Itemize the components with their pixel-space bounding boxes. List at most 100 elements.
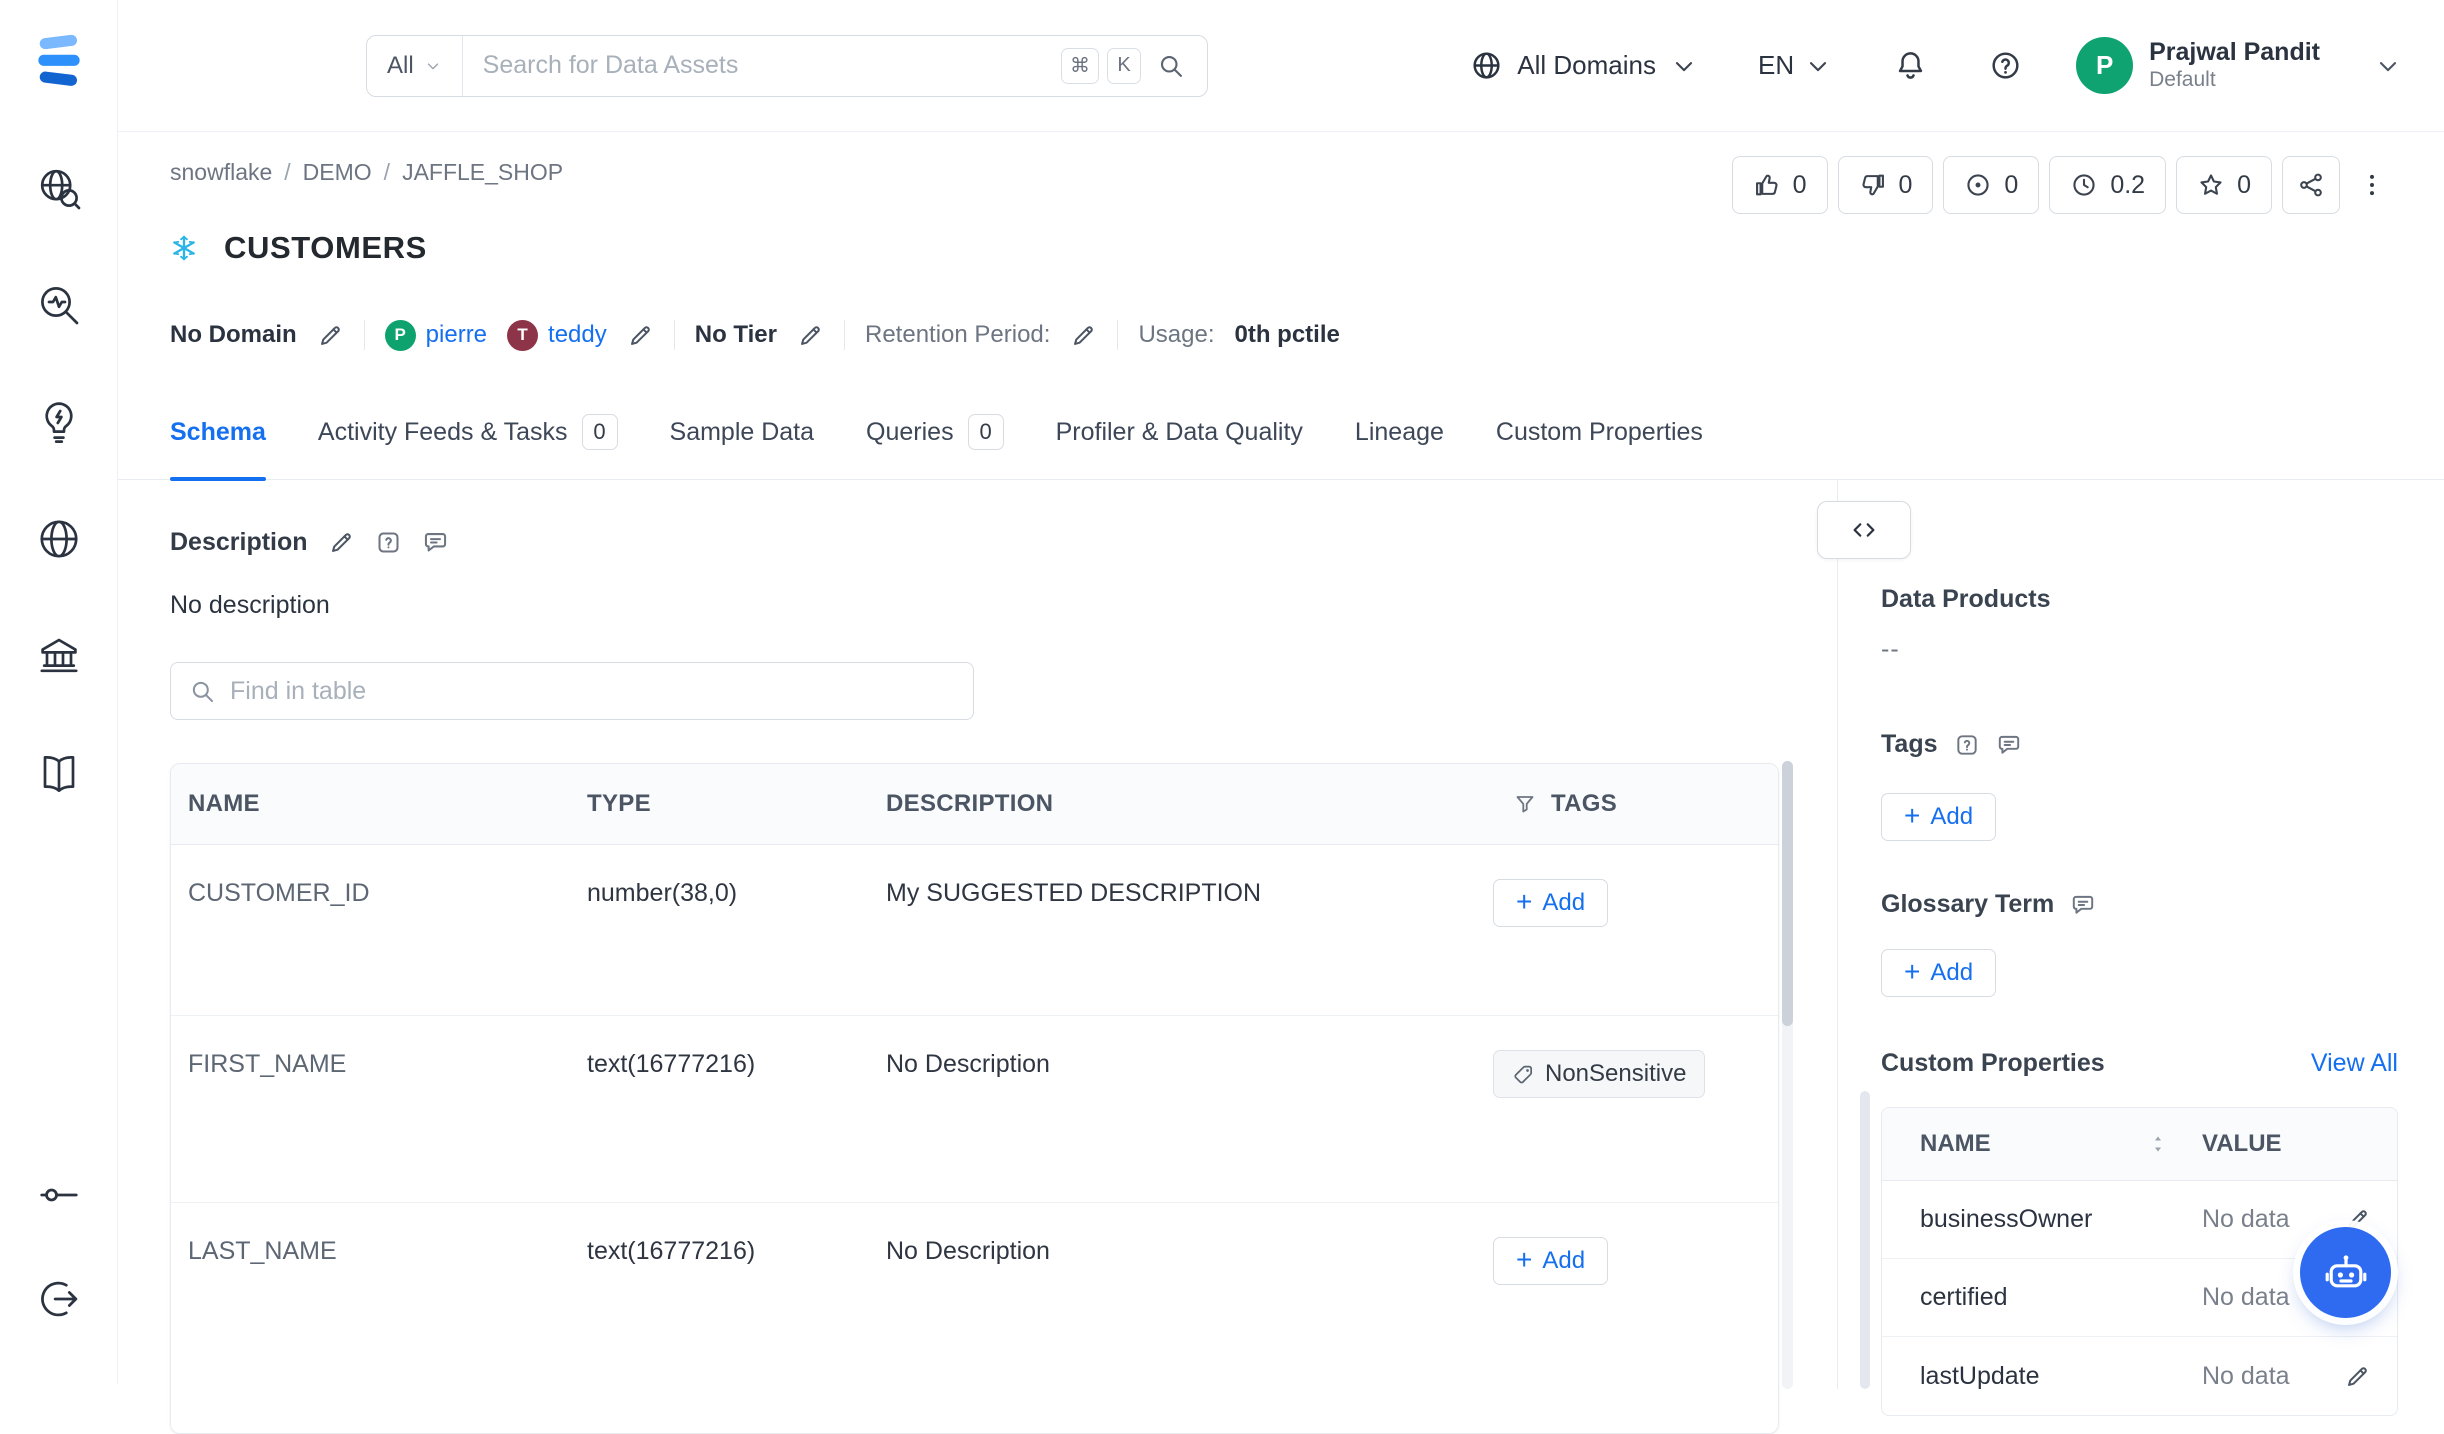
language-dropdown[interactable]: EN [1758,50,1832,81]
domain-value: No Domain [170,321,297,349]
glossary-section-header: Glossary Term [1881,890,2398,919]
chatbot-button[interactable] [2300,1227,2391,1318]
upvote-button[interactable]: 0 [1732,156,1828,214]
sidebar-nav [35,164,83,797]
column-description: My SUGGESTED DESCRIPTION [886,845,1493,908]
edit-owners-button[interactable] [627,322,654,349]
view-all-link[interactable]: View All [2311,1049,2398,1078]
pencil-icon [797,322,824,349]
sidebar-item-govern[interactable] [35,632,83,680]
add-tag-button[interactable]: +Add [1493,879,1608,927]
edit-retention-button[interactable] [1070,322,1097,349]
bell-icon [1894,49,1927,82]
avatar: P [2076,37,2133,94]
more-options-button[interactable] [2350,156,2394,214]
thumbs-down-icon [1859,171,1887,199]
watch-count-button[interactable]: 0 [1943,156,2039,214]
sidebar-item-glossary[interactable] [35,749,83,797]
table-row: LAST_NAME text(16777216) No Description … [171,1203,1778,1433]
notifications-button[interactable] [1894,49,1927,82]
search-scope-select[interactable]: All [367,36,463,96]
entity-title-row: CUSTOMERS [170,216,2392,280]
custom-properties-table-header: NAME VALUE [1882,1108,2397,1181]
chevron-down-icon [2374,52,2402,80]
breadcrumb-separator: / [284,159,290,186]
edit-tier-button[interactable] [797,322,824,349]
tag-chip[interactable]: NonSensitive [1493,1050,1705,1098]
tab-count-badge: 0 [582,414,618,450]
breadcrumb-service[interactable]: snowflake [170,159,272,186]
tab-custom-properties[interactable]: Custom Properties [1496,414,1703,479]
follow-button[interactable]: 0 [2176,156,2272,214]
pencil-icon [2344,1363,2371,1390]
add-tag-button[interactable]: +Add [1493,1237,1608,1285]
panel-scrollbar[interactable] [1860,1091,1870,1389]
tab-lineage[interactable]: Lineage [1355,414,1444,479]
entity-page-header: snowflake / DEMO / JAFFLE_SHOP 0 0 0 0.2… [118,132,2444,352]
search-input[interactable] [463,51,1061,80]
tags-conversation-button[interactable] [1996,732,2022,758]
columns-table: NAME TYPE DESCRIPTION TAGS CUSTOMER_ID n… [170,763,1779,1434]
user-menu[interactable]: P Prajwal Pandit Default [2076,37,2402,94]
owner-pierre[interactable]: P pierre [385,320,487,351]
insights-icon [35,398,83,446]
custom-properties-header: Custom Properties View All [1881,1049,2398,1078]
filter-icon[interactable] [1513,792,1537,816]
sidebar-item-explore[interactable] [35,164,83,212]
search-icon[interactable] [1157,52,1185,80]
help-square-icon [375,529,402,556]
owner-link[interactable]: teddy [548,321,607,349]
tab-sample-data[interactable]: Sample Data [670,414,815,479]
owner-teddy[interactable]: T teddy [507,320,607,351]
chevron-down-icon [1670,52,1698,80]
owner-link[interactable]: pierre [426,321,487,349]
request-description-button[interactable] [375,529,402,556]
breadcrumb-separator: / [384,159,390,186]
breadcrumb-database[interactable]: DEMO [303,159,372,186]
tab-activity-feeds[interactable]: Activity Feeds & Tasks0 [318,414,618,479]
cp-value: No data [2202,1362,2290,1391]
table-scrollbar[interactable] [1782,761,1793,1389]
sort-icon[interactable] [2146,1132,2170,1156]
divider [1117,320,1118,350]
sidebar-item-observability[interactable] [35,281,83,329]
sidebar-item-insights[interactable] [35,398,83,446]
collapse-panel-button[interactable] [1817,501,1911,559]
find-in-table-input[interactable] [230,677,955,706]
domains-dropdown[interactable]: All Domains [1470,49,1698,82]
schema-main: Description No description NAME TYPE DES… [118,480,1837,1389]
edit-domain-button[interactable] [317,322,344,349]
description-conversation-button[interactable] [422,529,449,556]
tab-schema[interactable]: Schema [170,414,266,479]
description-header: Description [170,527,1837,557]
edit-property-button[interactable] [2344,1363,2371,1390]
snowflake-service-icon [170,234,198,262]
help-button[interactable] [1989,49,2022,82]
scrollbar-thumb[interactable] [1782,761,1793,1026]
share-button[interactable] [2282,156,2340,214]
openmetadata-logo[interactable] [28,30,90,92]
add-glossary-term-button[interactable]: +Add [1881,949,1996,997]
observability-icon [35,281,83,329]
usage-label: Usage: [1138,321,1214,349]
column-name: FIRST_NAME [171,1016,587,1079]
globe-icon [1470,49,1503,82]
page-title: CUSTOMERS [224,230,427,266]
glossary-title: Glossary Term [1881,890,2054,919]
downvote-button[interactable]: 0 [1838,156,1934,214]
logout-icon [36,1276,82,1322]
version-history-button[interactable]: 0.2 [2049,156,2166,214]
column-type: text(16777216) [587,1016,886,1079]
comment-icon [422,529,449,556]
breadcrumb-schema[interactable]: JAFFLE_SHOP [402,159,563,186]
glossary-conversation-button[interactable] [2070,892,2096,918]
add-tags-button[interactable]: +Add [1881,793,1996,841]
sidebar-item-logout[interactable] [36,1276,82,1322]
sidebar-item-settings[interactable] [36,1172,82,1218]
sidebar-item-domains[interactable] [35,515,83,563]
global-search: All ⌘ K [366,35,1208,97]
tab-queries[interactable]: Queries0 [866,414,1004,479]
tab-profiler[interactable]: Profiler & Data Quality [1056,414,1303,479]
edit-description-button[interactable] [328,529,355,556]
request-tags-button[interactable] [1954,732,1980,758]
